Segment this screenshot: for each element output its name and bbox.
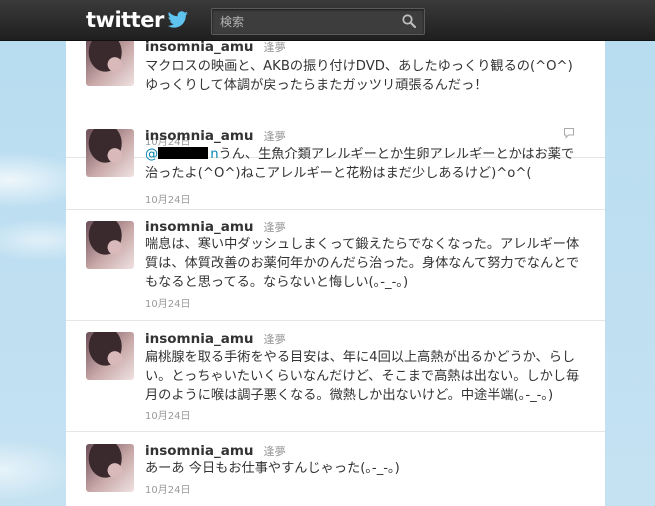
tweet[interactable]: insomnia_amu 逢夢 扁桃腺を取る手術をやる目安は、年に4回以上高熱が… bbox=[66, 320, 605, 432]
tweet-header: insomnia_amu 逢夢 bbox=[145, 125, 286, 144]
full-name: 逢夢 bbox=[263, 221, 286, 234]
full-name: 逢夢 bbox=[263, 445, 286, 458]
tweet-text: あーあ 今日もお仕事やすんじゃった(｡-_-｡) bbox=[145, 461, 400, 476]
search-box[interactable]: 検索 bbox=[211, 8, 425, 35]
timestamp[interactable]: 10月24日 bbox=[145, 481, 190, 496]
screen-name[interactable]: insomnia_amu bbox=[145, 219, 254, 235]
logo-text: twitter bbox=[86, 8, 164, 32]
avatar[interactable] bbox=[86, 444, 134, 492]
reply-icon[interactable] bbox=[563, 127, 575, 139]
mention-at[interactable]: @ bbox=[145, 147, 158, 162]
search-input[interactable]: 検索 bbox=[220, 13, 244, 30]
screen-name[interactable]: insomnia_amu bbox=[145, 443, 254, 459]
avatar[interactable] bbox=[86, 129, 134, 177]
tweet[interactable]: insomnia_amu 逢夢 @ nうん、生魚介類アレルギーとか生卵アレルギーと… bbox=[66, 117, 605, 210]
tweet-text: 喘息は、寒い中ダッシュしまくって鍛えたらでなくなった。アレルギー体質は、体質改善… bbox=[145, 237, 580, 290]
timestamp[interactable]: 10月24日 bbox=[145, 191, 190, 206]
avatar[interactable] bbox=[86, 332, 134, 380]
tweet-header: insomnia_amu 逢夢 bbox=[145, 216, 286, 235]
tweet-header: insomnia_amu 逢夢 bbox=[145, 440, 286, 459]
timestamp[interactable]: 10月24日 bbox=[145, 407, 190, 422]
bird-icon bbox=[167, 11, 188, 28]
tweet-header: insomnia_amu 逢夢 bbox=[145, 328, 286, 347]
avatar[interactable] bbox=[86, 221, 134, 269]
tweet-header: insomnia_amu 逢夢 bbox=[145, 40, 286, 55]
full-name: 逢夢 bbox=[263, 130, 286, 143]
twitter-logo[interactable]: twitter bbox=[86, 5, 189, 35]
full-name: 逢夢 bbox=[263, 41, 286, 54]
timestamp[interactable]: 10月24日 bbox=[145, 295, 190, 310]
mention-suffix[interactable]: n bbox=[210, 147, 218, 162]
tweet-text: マクロスの映画と、AKBの振り付けDVD、あしたゆっくり観るの(^O^)ゆっくり… bbox=[145, 59, 573, 93]
redacted-mention bbox=[158, 147, 209, 159]
screen-name[interactable]: insomnia_amu bbox=[145, 331, 254, 347]
tweet[interactable]: insomnia_amu 逢夢 喘息は、寒い中ダッシュしまくって鍛えたらでなくな… bbox=[66, 209, 605, 321]
tweet-text: 扁桃腺を取る手術をやる目安は、年に4回以上高熱が出るかどうか、らしい。とっちゃい… bbox=[145, 350, 580, 403]
screen-name[interactable]: insomnia_amu bbox=[145, 128, 254, 144]
tweet[interactable]: insomnia_amu 逢夢 あーあ 今日もお仕事やすんじゃった(｡-_-｡)… bbox=[66, 431, 605, 506]
full-name: 逢夢 bbox=[263, 333, 286, 346]
screen-name[interactable]: insomnia_amu bbox=[145, 40, 254, 55]
timeline: insomnia_amu 逢夢 マクロスの映画と、AKBの振り付けDVD、あした… bbox=[66, 40, 605, 506]
tweet-text: @ nうん、生魚介類アレルギーとか生卵アレルギーとかはお薬で治ったよ(^O^)ねこ… bbox=[145, 145, 585, 183]
search-icon[interactable] bbox=[402, 14, 416, 28]
avatar[interactable] bbox=[86, 40, 134, 86]
top-bar: twitter 検索 bbox=[0, 0, 655, 41]
